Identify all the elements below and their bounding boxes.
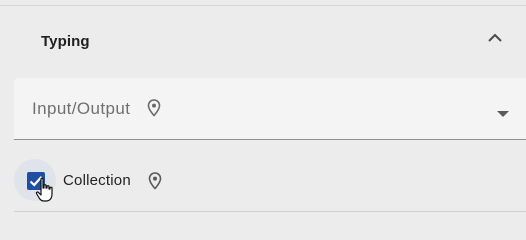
panel-title: Typing [41, 33, 90, 50]
typing-panel-header[interactable]: Typing [0, 6, 526, 78]
chevron-up-icon[interactable] [484, 27, 506, 49]
collection-checkbox[interactable] [27, 172, 45, 190]
caret-down-icon[interactable] [496, 105, 510, 117]
location-pin-icon [147, 99, 161, 117]
collection-checkbox-row: Collection [0, 150, 526, 212]
select-label: Input/Output [32, 99, 131, 118]
input-output-select[interactable]: Input/Output [14, 78, 526, 140]
checkbox-label: Collection [63, 172, 131, 189]
bottom-divider [14, 211, 526, 212]
location-pin-icon [148, 172, 162, 190]
